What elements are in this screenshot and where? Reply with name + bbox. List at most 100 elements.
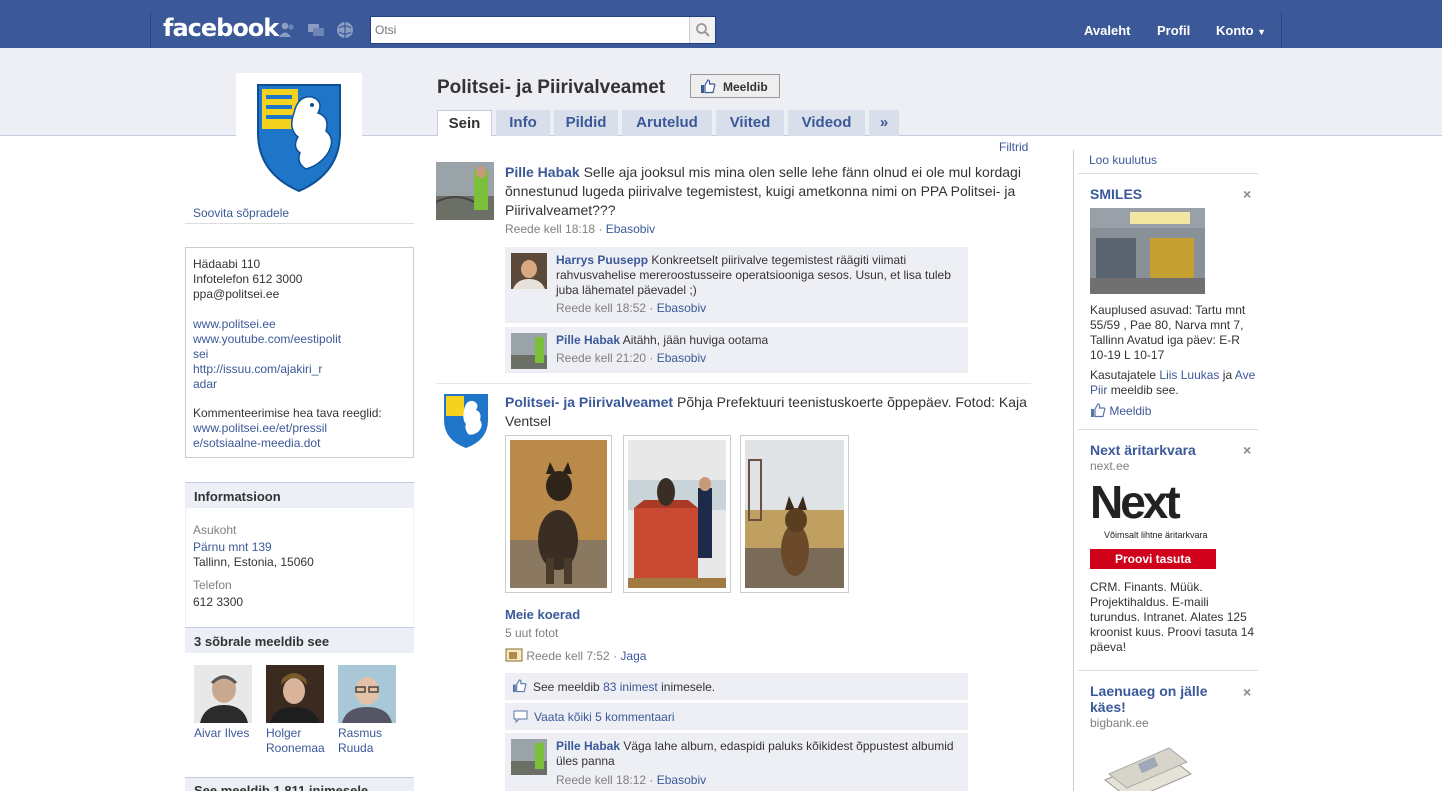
comment-2-time[interactable]: Reede kell 21:20	[556, 351, 646, 365]
tab-more[interactable]: »	[869, 110, 899, 136]
comment-3-meta: Reede kell 18:12 · Ebasobiv	[556, 773, 707, 787]
profile-picture[interactable]	[236, 73, 362, 197]
ad-2-close-icon[interactable]: ×	[1243, 442, 1251, 458]
comment-1-time[interactable]: Reede kell 18:52	[556, 301, 646, 315]
likes-suffix: inimesele.	[661, 680, 716, 694]
post-1-meta: Reede kell 18:18 · Ebasobiv	[505, 222, 656, 236]
ad-2-logo: Next	[1090, 476, 1181, 528]
messages-icon[interactable]	[307, 21, 325, 39]
friend-avatar-2[interactable]	[266, 665, 324, 723]
post-1-text: Pille Habak Selle aja jooksul mis mina o…	[505, 163, 1035, 220]
divider	[1078, 173, 1258, 174]
album-title-link[interactable]: Meie koerad	[505, 607, 580, 622]
youtube-link-cont[interactable]: sei	[193, 347, 208, 362]
create-ad-link[interactable]: Loo kuulutus	[1089, 153, 1157, 167]
post-1-author[interactable]: Pille Habak	[505, 164, 580, 180]
search-input[interactable]	[375, 21, 685, 39]
comment-1-text: Harrys Puusepp Konkreetselt piirivalve t…	[556, 253, 961, 298]
ad-3-title[interactable]: Laenuaeg on jälle käes!	[1090, 683, 1207, 715]
friend-name-3-cont[interactable]: Ruuda	[338, 741, 373, 756]
ad-1-social-name-1[interactable]: Liis Luukas	[1159, 368, 1219, 382]
ad-3-title-line-2: käes!	[1090, 699, 1126, 715]
ad-1-like-button[interactable]: Meeldib	[1090, 403, 1151, 418]
website-link[interactable]: www.politsei.ee	[193, 317, 276, 332]
tab-links[interactable]: Viited	[716, 110, 784, 136]
suggest-to-friends-link[interactable]: Soovita sõpradele	[193, 206, 289, 221]
friend-name-2[interactable]: Holger	[266, 726, 301, 741]
ad-2-image[interactable]: Next Võimsalt lihtne äritarkvara Proovi …	[1090, 476, 1216, 569]
comment-3-avatar[interactable]	[511, 739, 547, 775]
comment-1-report-link[interactable]: Ebasobiv	[657, 301, 706, 315]
like-page-button[interactable]: Meeldib	[690, 74, 780, 98]
person-photo-icon	[511, 333, 547, 369]
ad-3-image[interactable]	[1095, 740, 1195, 791]
likes-text: See meeldib 83 inimest inimesele.	[533, 680, 715, 694]
issuu-link[interactable]: http://issuu.com/ajakiri_r	[193, 362, 322, 377]
friend-requests-icon[interactable]	[278, 21, 296, 39]
tab-photos[interactable]: Pildid	[554, 110, 618, 136]
dog-photo-icon	[628, 440, 726, 588]
ad-3-title-line-1: Laenuaeg on jälle	[1090, 683, 1208, 699]
notifications-icon[interactable]	[336, 21, 354, 39]
post-2-time[interactable]: Reede kell 7:52	[526, 649, 609, 663]
comment-2-body: Aitähh, jään huviga ootama	[622, 333, 769, 347]
post-author-avatar[interactable]	[435, 162, 494, 220]
tab-videos[interactable]: Videod	[788, 110, 865, 136]
likes-count-heading: See meeldib 1 811 inimesele	[185, 777, 414, 791]
comment-3-time[interactable]: Reede kell 18:12	[556, 773, 646, 787]
friend-name-3[interactable]: Rasmus	[338, 726, 382, 741]
facebook-logo[interactable]: facebook	[163, 14, 279, 42]
ad-2-cta-button[interactable]: Proovi tasuta	[1090, 549, 1216, 569]
friend-name-2-cont[interactable]: Roonemaa	[266, 741, 325, 756]
search-box	[370, 16, 716, 44]
ad-3-close-icon[interactable]: ×	[1243, 684, 1251, 700]
street-link[interactable]: Pärnu mnt 139	[193, 540, 272, 555]
ad-1-title[interactable]: SMILES	[1090, 186, 1142, 202]
person-photo-icon	[435, 162, 494, 220]
comment-1-author[interactable]: Harrys Puusepp	[556, 253, 648, 267]
nav-account[interactable]: Konto ▼	[1216, 23, 1266, 38]
ad-1-social-name-2-cont[interactable]: Piir	[1090, 383, 1107, 397]
search-button[interactable]	[689, 17, 715, 43]
comment-3-report-link[interactable]: Ebasobiv	[657, 773, 706, 787]
dog-photo-icon	[745, 440, 844, 588]
likes-bar: See meeldib 83 inimest inimesele.	[505, 673, 968, 700]
comment-2-avatar[interactable]	[511, 333, 547, 369]
ad-1-social-name-2[interactable]: Ave	[1235, 368, 1255, 382]
post-1-time[interactable]: Reede kell 18:18	[505, 222, 595, 236]
ad-2-url: next.ee	[1090, 459, 1130, 473]
comment-2-author[interactable]: Pille Habak	[556, 333, 620, 347]
friend-avatar-1[interactable]	[194, 665, 252, 723]
share-link[interactable]: Jaga	[620, 649, 646, 663]
nav-home[interactable]: Avaleht	[1084, 23, 1130, 38]
rules-label: Kommenteerimise hea tava reeglid:	[193, 406, 382, 420]
ad-1-close-icon[interactable]: ×	[1243, 186, 1251, 202]
tab-info[interactable]: Info	[496, 110, 550, 136]
comment-icon	[513, 710, 528, 723]
post-2-author[interactable]: Politsei- ja Piirivalveamet	[505, 394, 673, 410]
album-photo-3[interactable]	[740, 435, 849, 593]
ad-2-body: CRM. Finants. Müük. Projektihaldus. E-ma…	[1090, 580, 1255, 654]
person-photo-icon	[194, 665, 252, 723]
youtube-link[interactable]: www.youtube.com/eestipolit	[193, 332, 341, 347]
friend-avatar-3[interactable]	[338, 665, 396, 723]
nav-profile[interactable]: Profil	[1157, 23, 1190, 38]
tab-wall[interactable]: Sein	[437, 110, 492, 137]
rules-link-cont[interactable]: e/sotsiaalne-meedia.dot	[193, 436, 320, 451]
ad-2-title[interactable]: Next äritarkvara	[1090, 442, 1196, 458]
likes-people-link[interactable]: 83 inimest	[603, 680, 658, 694]
comment-2-report-link[interactable]: Ebasobiv	[657, 351, 706, 365]
album-photo-1[interactable]	[505, 435, 612, 593]
post-2-author-avatar[interactable]	[440, 392, 492, 450]
post-1-report-link[interactable]: Ebasobiv	[606, 222, 655, 236]
issuu-link-cont[interactable]: adar	[193, 377, 217, 392]
ad-1-image[interactable]	[1090, 208, 1205, 294]
tab-discussions[interactable]: Arutelud	[622, 110, 712, 136]
comment-3-author[interactable]: Pille Habak	[556, 739, 620, 753]
friend-name-1[interactable]: Aivar Ilves	[194, 726, 249, 741]
rules-link[interactable]: www.politsei.ee/et/pressil	[193, 421, 327, 436]
view-all-comments-link[interactable]: Vaata kõiki 5 kommentaari	[534, 710, 675, 724]
filters-link[interactable]: Filtrid	[999, 140, 1028, 154]
album-photo-2[interactable]	[623, 435, 731, 593]
comment-1-avatar[interactable]	[511, 253, 547, 289]
